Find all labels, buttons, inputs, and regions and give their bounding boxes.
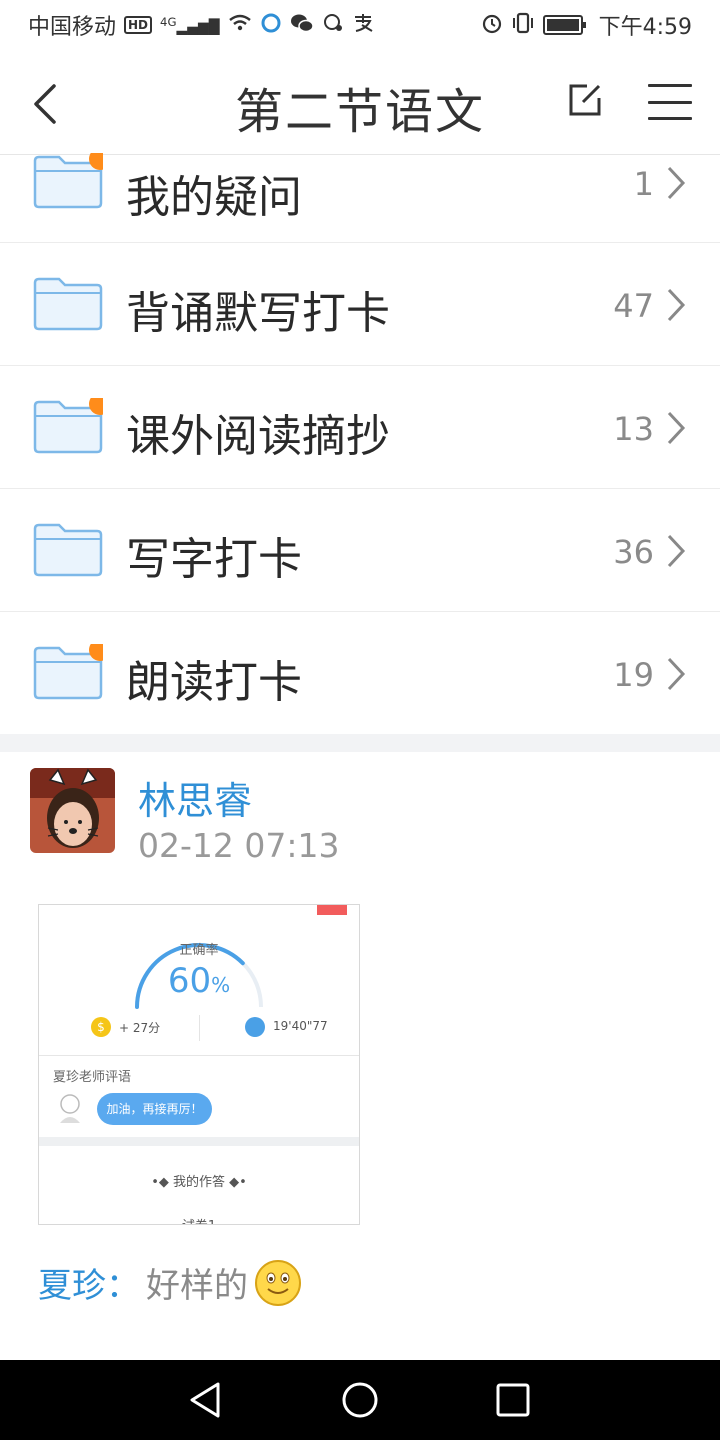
nav-home-icon[interactable] <box>340 1380 380 1420</box>
duration: 19'40"77 <box>273 1019 328 1033</box>
status-right: 下午4:59 <box>481 9 692 41</box>
section-divider <box>0 734 720 752</box>
wechat-icon <box>290 13 314 38</box>
paper-label: 试卷1 <box>39 1215 359 1224</box>
chevron-right-icon <box>667 657 686 691</box>
folder-list: 我的疑问 1 背诵默写打卡 47 课外阅读摘抄 13 写字打卡 36 朗读打卡 … <box>0 153 720 735</box>
bookmark-ribbon <box>317 905 347 915</box>
accuracy-value: 60% <box>39 961 359 1001</box>
accuracy-unit: % <box>211 973 231 997</box>
nav-recents-icon[interactable] <box>493 1380 533 1420</box>
hd-icon: HD <box>124 16 153 34</box>
coin-icon: $ <box>91 1017 111 1037</box>
folder-item-read-aloud[interactable]: 朗读打卡 19 <box>0 612 720 735</box>
stat-divider <box>199 1015 200 1041</box>
nav-back-icon[interactable] <box>186 1380 226 1420</box>
folder-count: 47 <box>613 287 654 325</box>
battery-icon <box>542 15 586 35</box>
teacher-avatar-icon <box>60 1094 80 1123</box>
folder-label: 课外阅读摘抄 <box>126 411 390 462</box>
accuracy-number: 60 <box>167 961 212 1001</box>
teacher-comment-bubble: 加油，再接再厉！ <box>97 1093 212 1125</box>
my-answer-heading: •◆ 我的作答 ◆• <box>151 1175 247 1190</box>
folder-item-questions[interactable]: 我的疑问 1 <box>0 153 720 243</box>
chevron-right-icon <box>667 534 686 568</box>
post-image[interactable]: 正确率 60% $ + 27分 19'40"77 夏珍老师评语 加油，再接再厉！… <box>38 904 360 1225</box>
folder-count: 19 <box>613 656 654 694</box>
folder-count: 36 <box>613 533 654 571</box>
folder-label: 朗读打卡 <box>126 657 302 708</box>
folder-icon <box>33 277 103 331</box>
page-title: 第二节语文 <box>234 84 485 140</box>
chevron-right-icon <box>667 166 686 200</box>
status-bar: 中国移动 HD 4G▂▄▆█ 下午4:59 <box>0 0 720 50</box>
menu-icon-line <box>648 100 692 104</box>
edit-icon <box>569 84 601 116</box>
edit-button[interactable] <box>565 80 605 120</box>
menu-button[interactable] <box>648 84 692 120</box>
chat-bubble-icon <box>322 13 344 38</box>
status-left: 中国移动 HD 4G▂▄▆█ <box>28 9 374 41</box>
comment-colon: ： <box>106 1266 140 1306</box>
teacher-comment-label: 夏珍老师评语 <box>53 1070 132 1085</box>
folder-icon <box>33 398 103 454</box>
menu-icon-line <box>648 84 692 87</box>
clock-time: 下午4:59 <box>598 15 692 40</box>
system-nav-bar <box>0 1360 720 1440</box>
post-timestamp: 02-12 07:13 <box>138 826 340 865</box>
menu-icon-line <box>648 117 692 120</box>
app-notification-icon <box>260 12 282 39</box>
carrier-label: 中国移动 <box>28 15 117 40</box>
wifi-icon <box>228 13 252 37</box>
vibrate-icon <box>511 12 535 39</box>
smile-emoji-icon <box>255 1259 301 1306</box>
folder-label: 背诵默写打卡 <box>126 288 390 339</box>
alipay-icon <box>352 13 374 38</box>
top-app-bar: 第二节语文 <box>0 50 720 155</box>
folder-icon <box>33 523 103 577</box>
alarm-icon <box>481 12 503 39</box>
avatar[interactable] <box>30 768 115 853</box>
chevron-right-icon <box>667 411 686 445</box>
comment: 夏珍 ： 好样的 <box>38 1258 302 1307</box>
stopwatch-icon <box>245 1017 265 1037</box>
post-author[interactable]: 林思睿 <box>138 770 252 825</box>
folder-item-handwriting[interactable]: 写字打卡 36 <box>0 489 720 612</box>
folder-icon <box>33 644 103 700</box>
folder-count: 13 <box>613 410 654 448</box>
folder-item-recitation[interactable]: 背诵默写打卡 47 <box>0 243 720 366</box>
image-band <box>39 1137 359 1146</box>
folder-label: 写字打卡 <box>126 534 302 585</box>
child-avatar-icon <box>30 768 115 853</box>
folder-label: 我的疑问 <box>126 172 302 223</box>
comment-author[interactable]: 夏珍 <box>38 1258 106 1307</box>
comment-text: 好样的 <box>146 1266 248 1306</box>
network-type: 4G <box>160 14 177 29</box>
folder-icon <box>33 153 103 209</box>
folder-count: 1 <box>633 165 654 203</box>
signal-4g-icon: 4G▂▄▆█ <box>160 14 220 36</box>
app-screen: 中国移动 HD 4G▂▄▆█ 下午4:59 第二节语文 我的疑问 1 背诵默写打… <box>0 0 720 1440</box>
chevron-right-icon <box>667 288 686 322</box>
coins-earned: + 27分 <box>119 1021 161 1035</box>
folder-item-reading-excerpts[interactable]: 课外阅读摘抄 13 <box>0 366 720 489</box>
image-divider <box>39 1055 359 1056</box>
accuracy-label: 正确率 <box>179 943 219 958</box>
